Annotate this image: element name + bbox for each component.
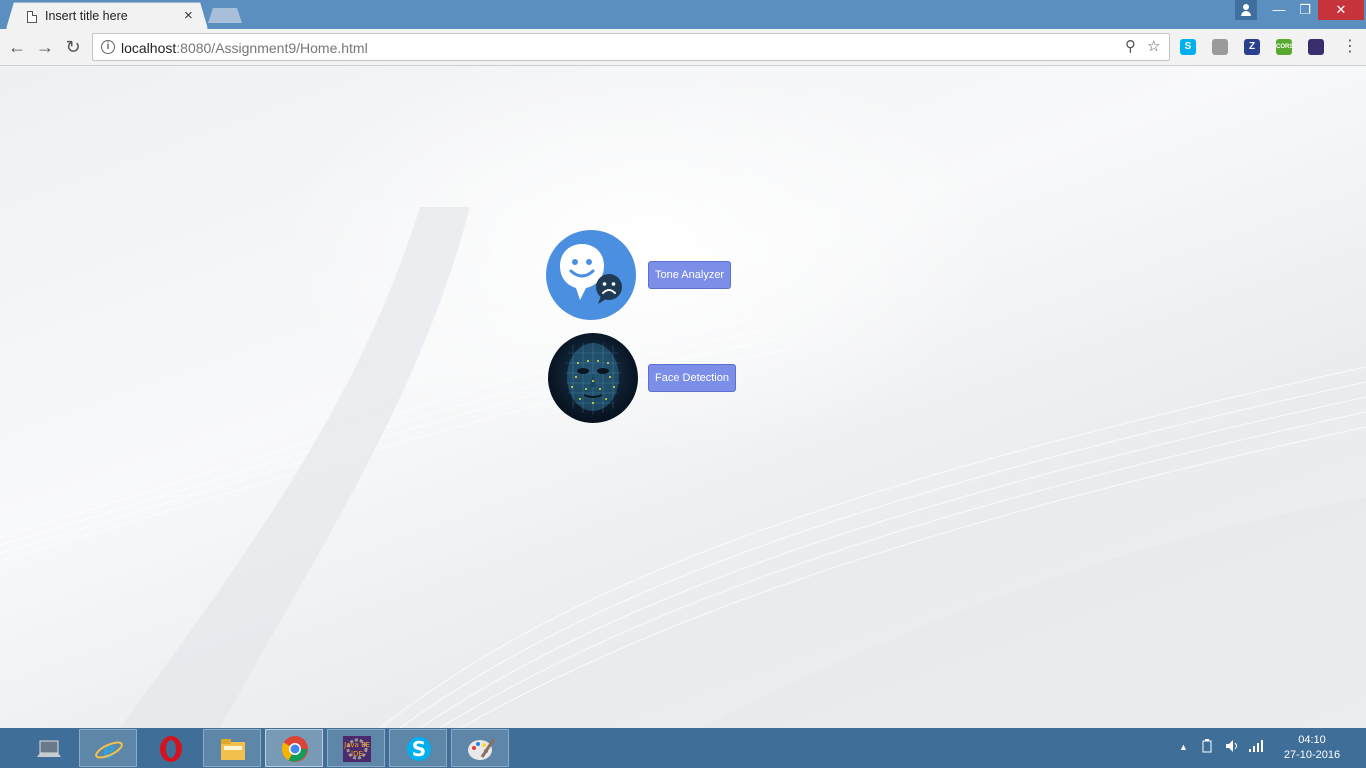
taskbar-paint-icon: [468, 738, 496, 760]
url-path: :8080/Assignment9/Home.html: [176, 40, 368, 56]
title-bar: Insert title here × — ❐ ✕: [0, 0, 1366, 29]
url-host: localhost: [121, 40, 177, 56]
clock-date: 27-10-2016: [1283, 749, 1341, 761]
background-swoosh: [0, 207, 1366, 728]
tray-overflow-icon[interactable]: ▲: [1179, 742, 1188, 752]
taskbar: e Java EE IDE S ▲ 04:10 27-10-2016: [0, 728, 1366, 768]
ext-purple-icon[interactable]: [1308, 39, 1324, 55]
svg-text:Java EE: Java EE: [343, 741, 370, 749]
taskbar-chrome-button[interactable]: [265, 729, 323, 767]
taskbar-computer-icon: [37, 740, 61, 757]
taskbar-computer-button[interactable]: [18, 729, 76, 767]
taskbar-opera-icon: [160, 736, 182, 762]
taskbar-skype-button[interactable]: S: [389, 729, 447, 767]
taskbar-file-explorer-button[interactable]: [203, 729, 261, 767]
close-window-button[interactable]: ✕: [1318, 0, 1364, 20]
clock-time: 04:10: [1298, 734, 1326, 746]
user-profile-icon[interactable]: [1235, 0, 1257, 20]
face-detection-icon: [548, 333, 638, 423]
svg-text:e: e: [103, 735, 115, 763]
tone-analyzer-button[interactable]: Tone Analyzer: [648, 261, 732, 289]
address-bar[interactable]: i localhost:8080/Assignment9/Home.html ⚲…: [92, 33, 1170, 61]
zotero-extension-icon[interactable]: Z: [1244, 39, 1260, 55]
volume-icon[interactable]: [1224, 738, 1240, 757]
taskbar-ie-icon: e: [95, 735, 123, 763]
bookmark-star-icon[interactable]: ☆: [1147, 37, 1160, 55]
taskbar-file-explorer-icon: [221, 739, 245, 760]
taskbar-chrome-icon: [281, 736, 308, 762]
tone-analyzer-icon: [546, 230, 636, 320]
tab-title: Insert title here: [45, 9, 128, 23]
new-tab-button[interactable]: [208, 8, 242, 23]
system-clock[interactable]: 04:10 27-10-2016: [1272, 733, 1352, 763]
site-info-icon[interactable]: i: [101, 40, 115, 54]
restore-button[interactable]: ❐: [1292, 0, 1318, 20]
battery-icon[interactable]: [1200, 738, 1216, 757]
taskbar-ie-button[interactable]: e: [79, 729, 137, 767]
ext-gray-icon[interactable]: [1212, 39, 1228, 55]
svg-text:S: S: [412, 737, 426, 761]
forward-button[interactable]: →: [34, 36, 56, 58]
skype-extension-icon[interactable]: S: [1180, 39, 1196, 55]
minimize-button[interactable]: —: [1266, 0, 1292, 20]
cors-extension-icon[interactable]: CORS: [1276, 39, 1293, 55]
taskbar-opera-button[interactable]: [141, 729, 199, 767]
page-icon: [27, 11, 37, 23]
taskbar-paint-button[interactable]: [451, 729, 509, 767]
network-icon[interactable]: [1248, 738, 1264, 757]
page-content: Tone Analyzer Face Detection: [0, 67, 1366, 728]
svg-text:IDE: IDE: [351, 750, 363, 758]
zoom-icon[interactable]: ⚲: [1125, 37, 1136, 55]
url-text[interactable]: localhost:8080/Assignment9/Home.html: [121, 40, 368, 56]
browser-menu-icon[interactable]: ⋮: [1342, 37, 1358, 57]
taskbar-java-ee-ide-button[interactable]: Java EE IDE: [327, 729, 385, 767]
back-button[interactable]: ←: [6, 36, 28, 58]
reload-button[interactable]: ↻: [62, 36, 84, 58]
browser-tab[interactable]: Insert title here ×: [6, 2, 208, 29]
tab-close-icon[interactable]: ×: [184, 7, 193, 24]
taskbar-java-ee-ide-icon: Java EEIDE: [343, 736, 371, 762]
taskbar-skype-icon: S: [407, 737, 431, 761]
browser-toolbar: ← → ↻ i localhost:8080/Assignment9/Home.…: [0, 29, 1366, 66]
face-detection-button[interactable]: Face Detection: [648, 364, 736, 392]
